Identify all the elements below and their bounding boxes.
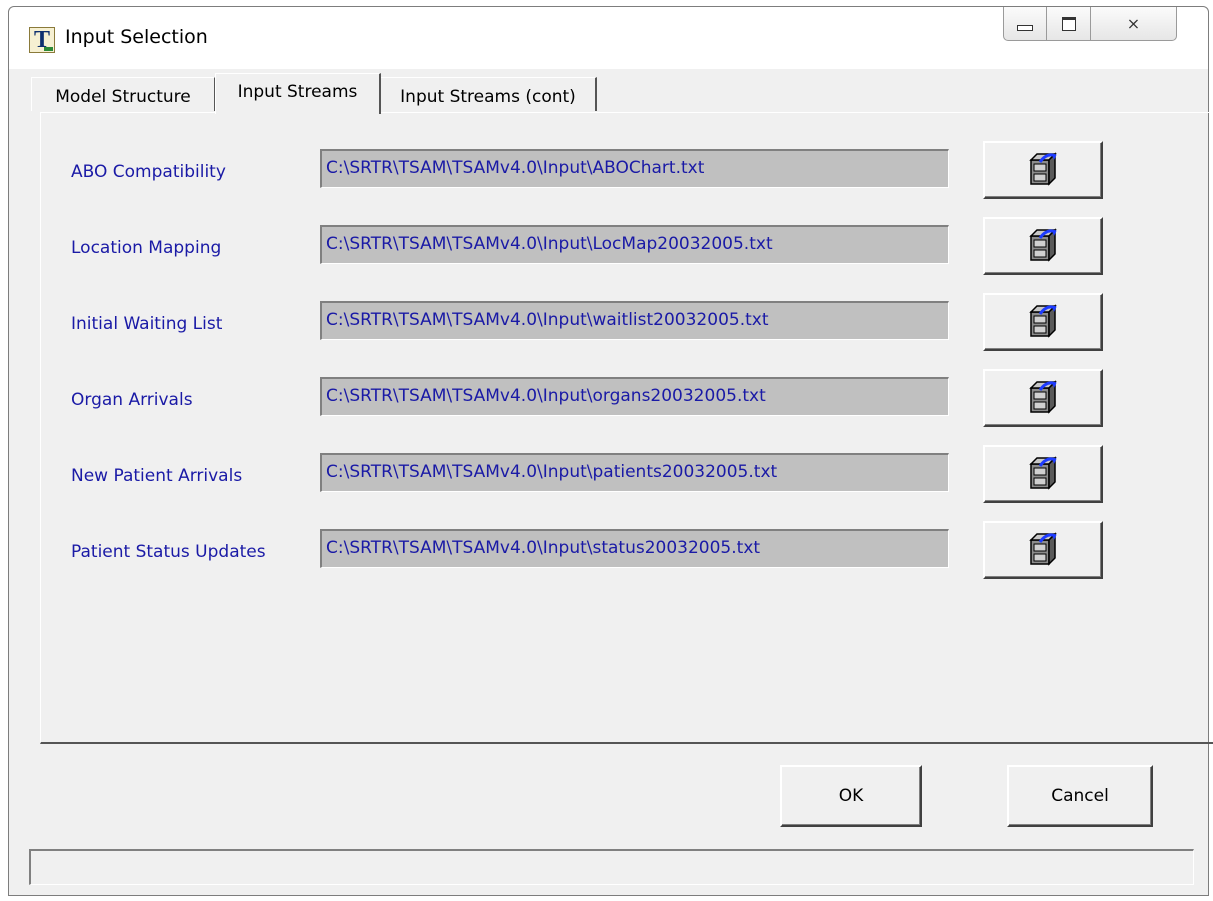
ok-button[interactable]: OK [780,765,922,827]
tab-input-streams-cont[interactable]: Input Streams (cont) [381,77,597,111]
patient-status-updates-label: Patient Status Updates [71,542,266,562]
abo-compatibility-label: ABO Compatibility [71,162,226,182]
new-patient-arrivals-path[interactable]: C:\SRTR\TSAM\TSAMv4.0\Input\patients2003… [320,453,949,492]
maximize-button[interactable] [1047,7,1091,41]
tab-input-streams[interactable]: Input Streams [215,73,381,114]
new-patient-arrivals-browse-button[interactable] [983,445,1103,503]
maximize-icon [1061,16,1076,31]
organ-arrivals-browse-button[interactable] [983,369,1103,427]
patient-status-updates-browse-button[interactable] [983,521,1103,579]
file-cabinet-icon [1029,152,1057,186]
organ-arrivals-path[interactable]: C:\SRTR\TSAM\TSAMv4.0\Input\organs200320… [320,377,949,416]
minimize-button[interactable] [1003,7,1047,41]
initial-waiting-list-browse-button[interactable] [983,293,1103,351]
cancel-button[interactable]: Cancel [1007,765,1153,827]
window-controls: ⨯ [1003,7,1177,41]
file-cabinet-icon [1029,304,1057,338]
file-cabinet-icon [1029,456,1057,490]
initial-waiting-list-path[interactable]: C:\SRTR\TSAM\TSAMv4.0\Input\waitlist2003… [320,301,949,340]
abo-compatibility-browse-button[interactable] [983,141,1103,199]
new-patient-arrivals-label: New Patient Arrivals [71,466,243,486]
input-selection-window: T Input Selection ⨯ Model Structure Inpu… [8,6,1213,896]
file-cabinet-icon [1029,380,1057,414]
dialog-client-area: Model Structure Input Streams Input Stre… [17,69,1213,885]
location-mapping-path[interactable]: C:\SRTR\TSAM\TSAMv4.0\Input\LocMap200320… [320,225,949,264]
initial-waiting-list-label: Initial Waiting List [71,314,223,334]
location-mapping-label: Location Mapping [71,238,222,258]
organ-arrivals-label: Organ Arrivals [71,390,193,410]
app-icon: T [29,27,55,53]
file-cabinet-icon [1029,532,1057,566]
minimize-icon [1017,24,1033,31]
close-button[interactable]: ⨯ [1091,7,1177,41]
tab-panel [40,112,1213,744]
file-cabinet-icon [1029,228,1057,262]
patient-status-updates-path[interactable]: C:\SRTR\TSAM\TSAMv4.0\Input\status200320… [320,529,949,568]
abo-compatibility-path[interactable]: C:\SRTR\TSAM\TSAMv4.0\Input\ABOChart.txt [320,149,949,188]
title-bar[interactable]: T Input Selection ⨯ [9,7,1208,69]
close-icon: ⨯ [1126,14,1141,33]
status-bar [29,849,1194,885]
window-title: Input Selection [65,26,208,48]
location-mapping-browse-button[interactable] [983,217,1103,275]
tab-model-structure[interactable]: Model Structure [31,77,215,111]
